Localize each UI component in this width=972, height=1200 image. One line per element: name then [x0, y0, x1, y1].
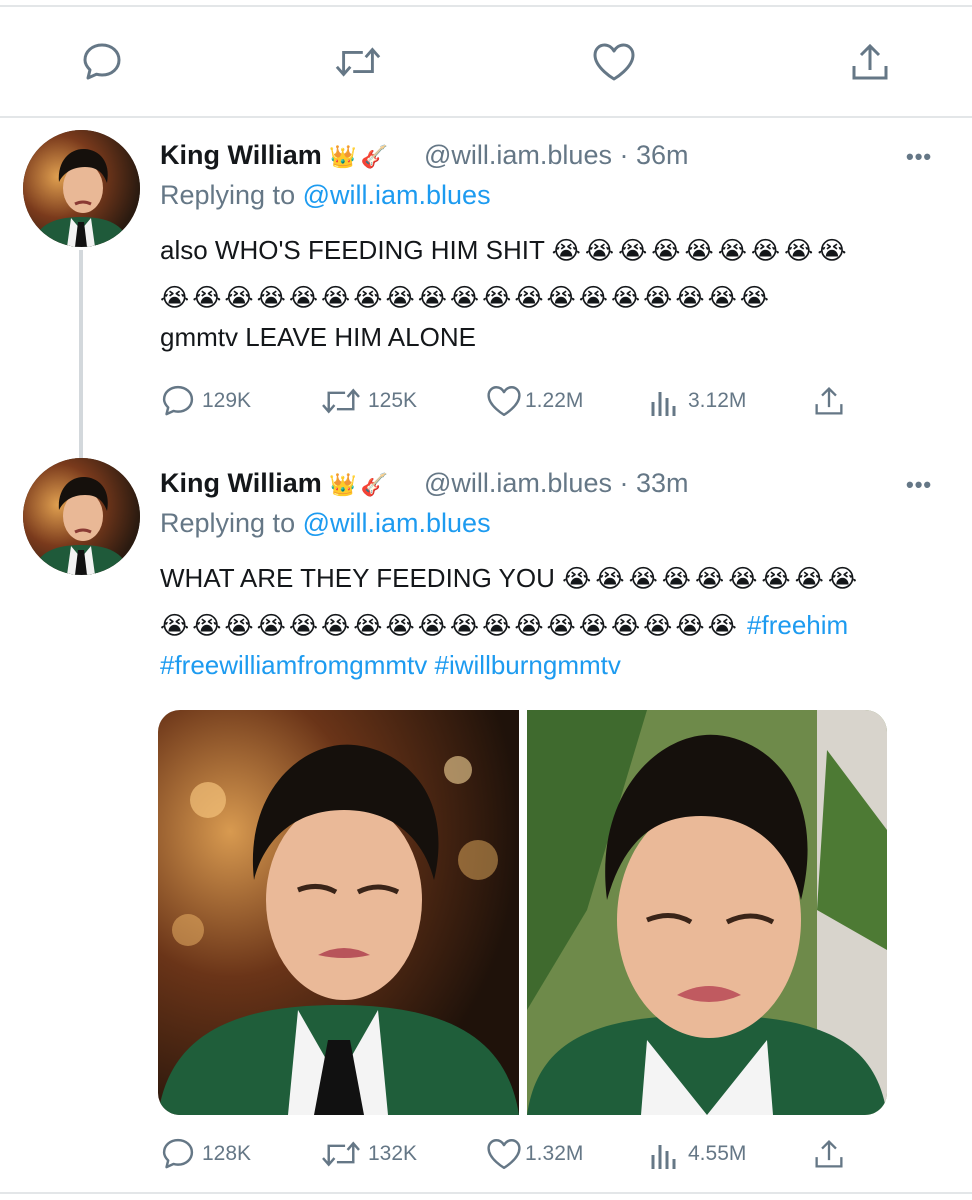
- replying-to: Replying to @will.iam.blues: [160, 508, 491, 538]
- hashtag-link[interactable]: #freehim: [747, 610, 848, 640]
- views-button[interactable]: 3.12M: [650, 381, 746, 421]
- more-options-icon[interactable]: •••: [906, 472, 932, 498]
- share-icon: [815, 1139, 843, 1168]
- thread-line: [79, 250, 83, 460]
- display-name[interactable]: King William 👑🎸: [160, 468, 392, 499]
- divider: [0, 1192, 972, 1194]
- tweet-text-line: WHAT ARE THEY FEEDING YOU 😭😭😭😭😭😭😭😭😭: [160, 563, 862, 593]
- retweet-icon: [322, 388, 360, 414]
- name-emojis: 👑🎸: [329, 144, 393, 169]
- like-icon[interactable]: [590, 38, 638, 86]
- reply-icon: [162, 1138, 194, 1169]
- divider: [0, 5, 972, 7]
- retweet-count: 125K: [368, 389, 418, 412]
- timestamp[interactable]: 36m: [636, 140, 689, 170]
- crying-emojis: 😭😭😭😭😭😭😭😭😭: [562, 565, 862, 593]
- replying-to: Replying to @will.iam.blues: [160, 180, 491, 210]
- tweet-text-line: 😭😭😭😭😭😭😭😭😭😭😭😭😭😭😭😭😭😭 #freehim: [160, 610, 848, 641]
- share-button[interactable]: [812, 381, 852, 421]
- like-icon: [487, 1139, 521, 1169]
- views-icon: [651, 392, 676, 416]
- crying-emojis: 😭😭😭😭😭😭😭😭😭😭😭😭😭😭😭😭😭😭😭: [160, 284, 773, 312]
- name-emojis: 👑🎸: [329, 472, 393, 497]
- avatar[interactable]: [23, 458, 140, 575]
- share-button[interactable]: [812, 1134, 852, 1174]
- reply-button[interactable]: 129K: [160, 381, 251, 421]
- crying-emojis: 😭😭😭😭😭😭😭😭😭: [551, 237, 851, 265]
- like-button[interactable]: 1.22M: [485, 381, 583, 421]
- share-icon[interactable]: [846, 38, 894, 86]
- crying-emojis: 😭😭😭😭😭😭😭😭😭😭😭😭😭😭😭😭😭😭: [160, 612, 740, 640]
- timestamp[interactable]: 33m: [636, 468, 689, 498]
- handle-line: @will.iam.blues · 36m: [424, 140, 689, 171]
- like-count: 1.32M: [525, 1142, 584, 1165]
- retweet-icon: [322, 1141, 360, 1167]
- tweet-photo[interactable]: [527, 710, 887, 1115]
- tweet-photo[interactable]: [158, 710, 519, 1115]
- like-icon: [487, 386, 521, 416]
- retweet-icon[interactable]: [334, 38, 382, 86]
- tweet-text-line: gmmtv LEAVE HIM ALONE: [160, 322, 476, 352]
- views-icon: [651, 1145, 676, 1169]
- retweet-button[interactable]: 125K: [320, 381, 417, 421]
- avatar[interactable]: [23, 130, 140, 247]
- like-button[interactable]: 1.32M: [485, 1134, 583, 1174]
- handle[interactable]: @will.iam.blues: [424, 140, 612, 170]
- separator: ·: [619, 468, 629, 498]
- replying-to-mention[interactable]: @will.iam.blues: [303, 180, 491, 210]
- previous-tweet-actions: [0, 38, 972, 88]
- like-count: 1.22M: [525, 389, 584, 412]
- separator: ·: [619, 140, 629, 170]
- replying-to-mention[interactable]: @will.iam.blues: [303, 508, 491, 538]
- display-name[interactable]: King William 👑🎸: [160, 140, 392, 171]
- reply-count: 129K: [202, 389, 252, 412]
- tweet-text-line: also WHO'S FEEDING HIM SHIT 😭😭😭😭😭😭😭😭😭: [160, 235, 851, 265]
- handle-line: @will.iam.blues · 33m: [424, 468, 689, 499]
- more-options-icon[interactable]: •••: [906, 144, 932, 170]
- handle[interactable]: @will.iam.blues: [424, 468, 612, 498]
- retweet-button[interactable]: 132K: [320, 1134, 417, 1174]
- views-count: 3.12M: [688, 389, 747, 412]
- divider: [0, 116, 972, 118]
- hashtag-link[interactable]: #iwillburngmmtv: [435, 650, 621, 680]
- hashtag-link[interactable]: #freewilliamfromgmmtv: [160, 650, 427, 680]
- views-count: 4.55M: [688, 1142, 747, 1165]
- views-button[interactable]: 4.55M: [650, 1134, 746, 1174]
- tweet-text-line: 😭😭😭😭😭😭😭😭😭😭😭😭😭😭😭😭😭😭😭: [160, 282, 772, 313]
- tweet-text-line: #freewilliamfromgmmtv #iwillburngmmtv: [160, 650, 621, 681]
- reply-button[interactable]: 128K: [160, 1134, 251, 1174]
- share-icon: [815, 386, 843, 415]
- reply-icon[interactable]: [78, 38, 126, 86]
- retweet-count: 132K: [368, 1142, 418, 1165]
- reply-count: 128K: [202, 1142, 252, 1165]
- reply-icon: [162, 385, 194, 416]
